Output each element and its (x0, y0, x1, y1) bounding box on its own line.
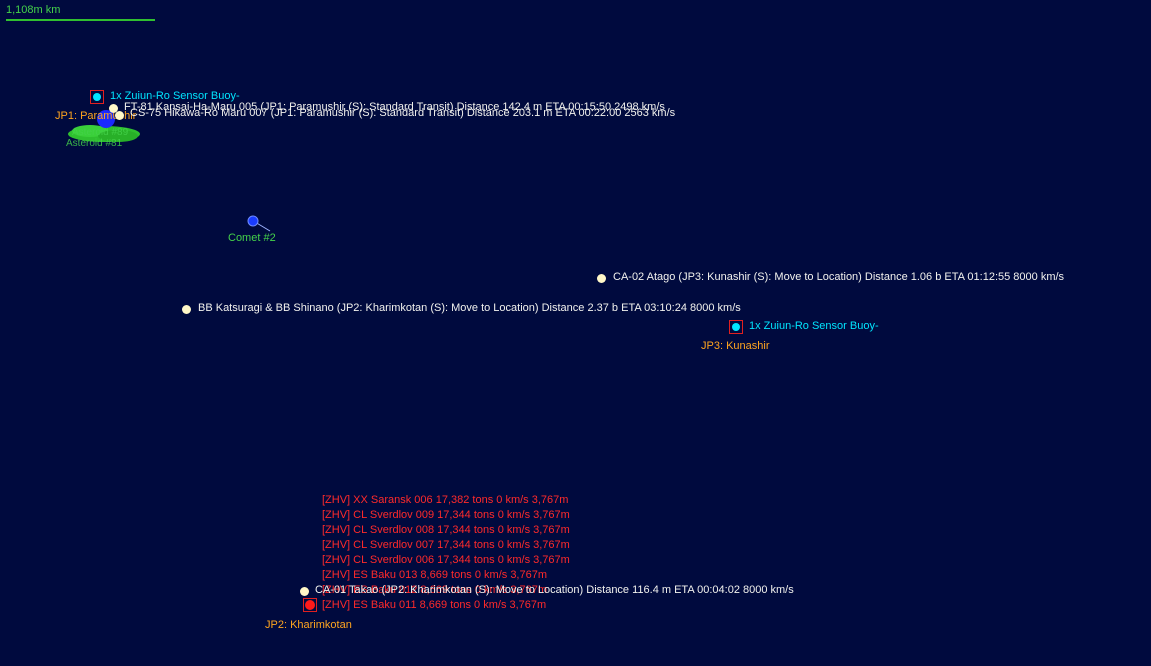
buoy-label-2: 1x Zuiun-Ro Sensor Buoy- (749, 320, 879, 332)
fleet-dot-bb[interactable] (182, 305, 191, 314)
fleet-label-bb: BB Katsuragi & BB Shinano (JP2: Kharimko… (198, 302, 741, 314)
contact-row[interactable]: [ZHV] CL Sverdlov 006 17,344 tons 0 km/s… (322, 554, 570, 567)
buoy-marker-2[interactable] (729, 320, 743, 334)
fleet-label-cs75: CS-75 Hikawa-Ro Maru 007 (JP1: Paramushi… (130, 107, 676, 119)
buoy-marker-1[interactable] (90, 90, 104, 104)
jp3-label: JP3: Kunashir (701, 340, 770, 352)
comet-label: Comet #2 (228, 232, 276, 244)
buoy-icon (93, 93, 101, 101)
contact-row[interactable]: [ZHV] CL Sverdlov 009 17,344 tons 0 km/s… (322, 509, 570, 522)
enemy-contact-marker[interactable] (303, 598, 317, 612)
fleet-dot-ca02[interactable] (597, 274, 606, 283)
fleet-dot-cs75[interactable] (115, 111, 124, 120)
contact-row[interactable]: [ZHV] CL Sverdlov 007 17,344 tons 0 km/s… (322, 539, 570, 552)
comet-marker[interactable] (244, 212, 274, 234)
asteroid-label-2: Asteroid #81 (66, 138, 123, 149)
contact-row[interactable]: [ZHV] ES Baku 011 8,669 tons 0 km/s 3,76… (322, 599, 546, 612)
scale-bar (6, 19, 155, 21)
fleet-dot-ca01[interactable] (300, 587, 309, 596)
fleet-label-ca02: CA-02 Atago (JP3: Kunashir (S): Move to … (613, 271, 1065, 283)
buoy-icon (732, 323, 740, 331)
fleet-label-ca01: CA-01 Takao (JP2: Kharimkotan (S): Move … (315, 584, 794, 596)
enemy-ship-icon (305, 600, 315, 610)
jp2-label: JP2: Kharimkotan (265, 619, 352, 631)
contact-row[interactable]: [ZHV] ES Baku 013 8,669 tons 0 km/s 3,76… (322, 569, 547, 582)
contact-row[interactable]: [ZHV] XX Saransk 006 17,382 tons 0 km/s … (322, 494, 568, 507)
contact-row[interactable]: [ZHV] CL Sverdlov 008 17,344 tons 0 km/s… (322, 524, 570, 537)
scale-label: 1,108m km (6, 4, 61, 16)
